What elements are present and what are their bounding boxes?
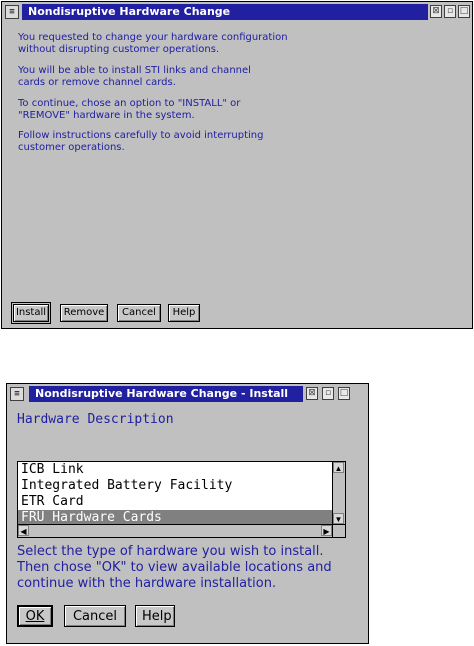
minimize-icon[interactable]: ▫ — [444, 5, 456, 18]
scroll-right-icon[interactable]: ▶ — [321, 525, 332, 536]
hide-icon[interactable]: ⊠ — [306, 387, 318, 400]
scroll-up-icon[interactable]: ▲ — [333, 462, 344, 473]
install-dialog: ≡ Nondisruptive Hardware Change - Instal… — [6, 383, 369, 644]
continue-text: To continue, chose an option to "INSTALL… — [18, 98, 241, 121]
remove-button[interactable]: Remove — [60, 304, 108, 322]
maximize-icon[interactable]: □ — [338, 387, 350, 400]
intro-text: You requested to change your hardware co… — [18, 32, 288, 55]
options-text: You will be able to install STI links an… — [18, 65, 251, 88]
list-item[interactable]: Integrated Battery Facility — [18, 478, 332, 494]
hardware-description-label: Hardware Description — [17, 412, 174, 427]
window-title: Nondisruptive Hardware Change - Install — [29, 386, 303, 402]
scroll-down-icon[interactable]: ▼ — [333, 513, 344, 524]
title-bar[interactable]: ≡ Nondisruptive Hardware Change - Instal… — [7, 384, 368, 404]
hardware-listbox[interactable]: ICB Link Integrated Battery Facility ETR… — [17, 461, 346, 538]
cancel-button[interactable]: Cancel — [117, 304, 161, 322]
ok-button[interactable]: OK — [17, 605, 53, 627]
maximize-icon[interactable]: □ — [458, 5, 470, 18]
vertical-scrollbar[interactable]: ▲ ▼ — [332, 462, 345, 524]
install-button[interactable]: Install — [11, 302, 51, 324]
list-item-selected[interactable]: FRU Hardware Cards — [18, 510, 332, 524]
system-menu-icon[interactable]: ≡ — [5, 5, 19, 19]
cancel-button[interactable]: Cancel — [64, 605, 126, 627]
system-menu-icon[interactable]: ≡ — [10, 387, 24, 401]
dialog-body: You requested to change your hardware co… — [2, 22, 472, 328]
follow-instructions-text: Follow instructions carefully to avoid i… — [18, 130, 264, 153]
list-item[interactable]: ETR Card — [18, 494, 332, 510]
scroll-left-icon[interactable]: ◀ — [18, 525, 29, 536]
help-button[interactable]: Help — [135, 605, 175, 627]
install-remove-dialog: ≡ Nondisruptive Hardware Change ⊠ ▫ □ Yo… — [1, 1, 473, 329]
title-bar[interactable]: ≡ Nondisruptive Hardware Change ⊠ ▫ □ — [2, 2, 472, 22]
help-button[interactable]: Help — [168, 304, 200, 322]
scrollbar-corner — [332, 524, 345, 537]
hide-icon[interactable]: ⊠ — [430, 5, 442, 18]
minimize-icon[interactable]: ▫ — [322, 387, 334, 400]
instructions-text: Select the type of hardware you wish to … — [17, 544, 332, 591]
window-title: Nondisruptive Hardware Change — [22, 4, 428, 20]
list-item[interactable]: ICB Link — [18, 462, 332, 478]
horizontal-scrollbar[interactable]: ◀ ▶ — [18, 524, 332, 537]
ok-button-label: OK — [25, 609, 45, 624]
